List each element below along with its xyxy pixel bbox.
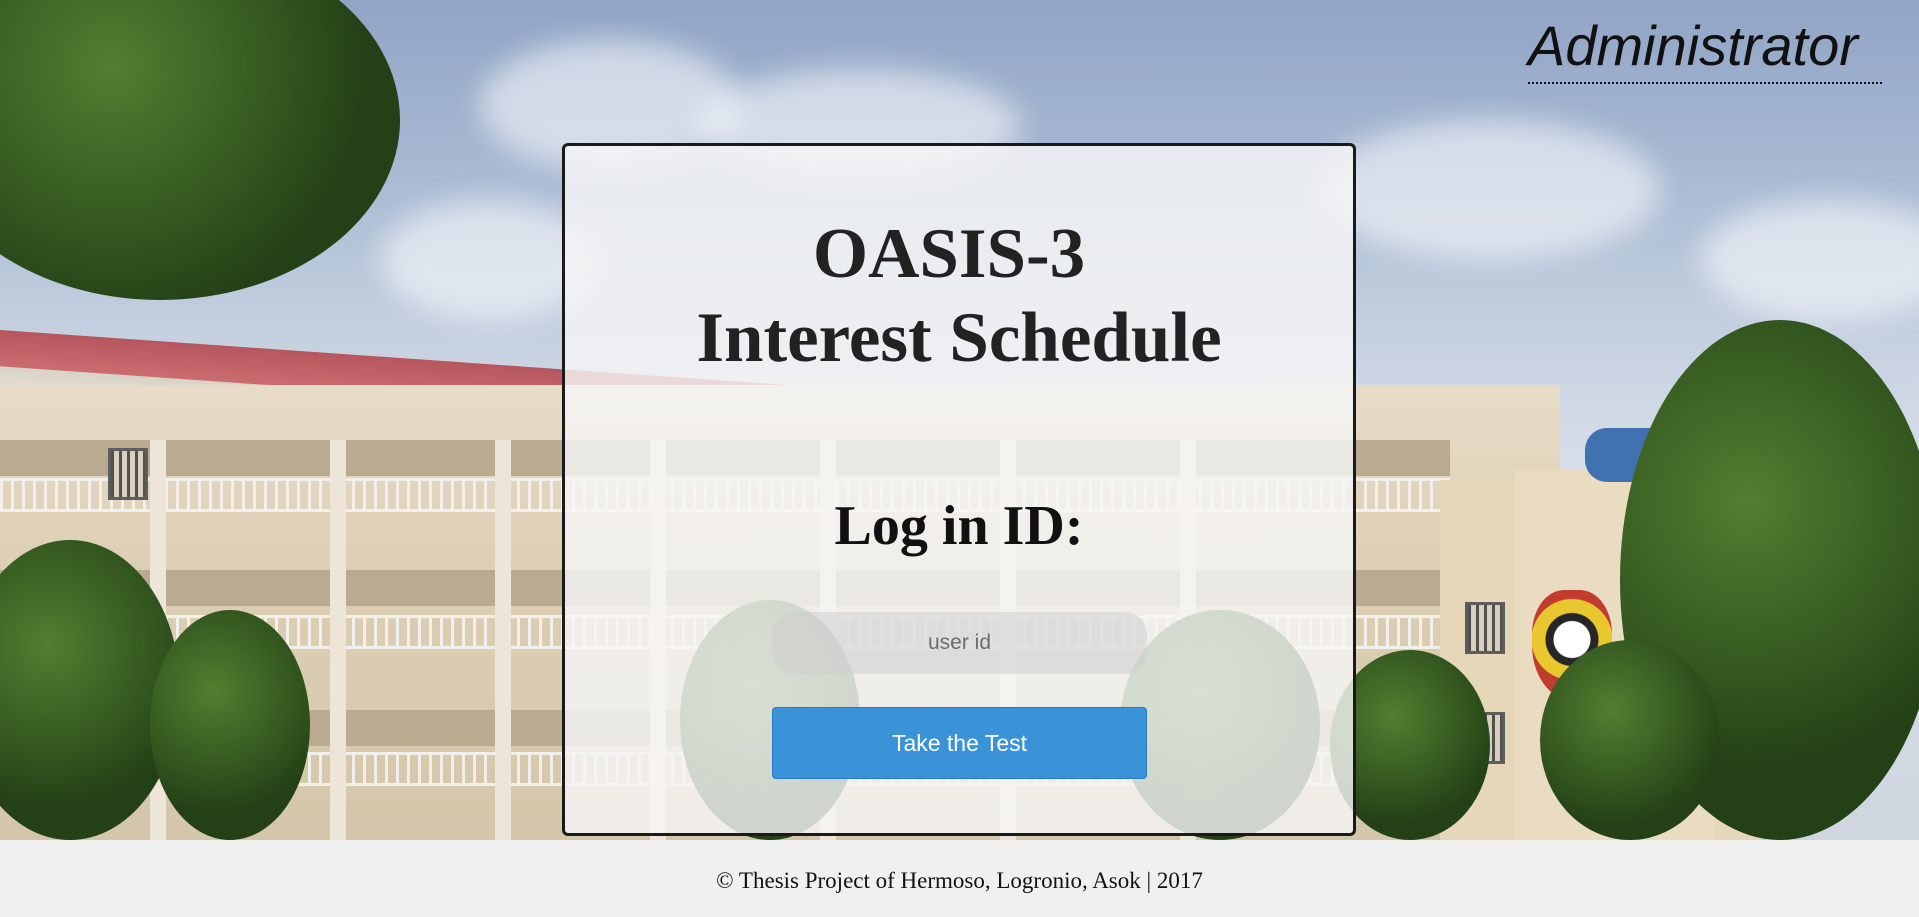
- title-line-1: OASIS-3: [812, 215, 1086, 293]
- login-card: OASIS-3 Interest Schedule Log in ID: Tak…: [562, 143, 1356, 836]
- footer: © Thesis Project of Hermoso, Logronio, A…: [0, 840, 1919, 917]
- title-line-2: Interest Schedule: [696, 299, 1222, 377]
- take-test-button[interactable]: Take the Test: [772, 707, 1147, 779]
- login-id-label: Log in ID:: [834, 495, 1084, 557]
- user-id-input[interactable]: [772, 612, 1147, 674]
- footer-text: © Thesis Project of Hermoso, Logronio, A…: [716, 868, 1203, 893]
- page-title: OASIS-3 Interest Schedule: [565, 212, 1353, 380]
- administrator-link[interactable]: Administrator: [1528, 14, 1882, 84]
